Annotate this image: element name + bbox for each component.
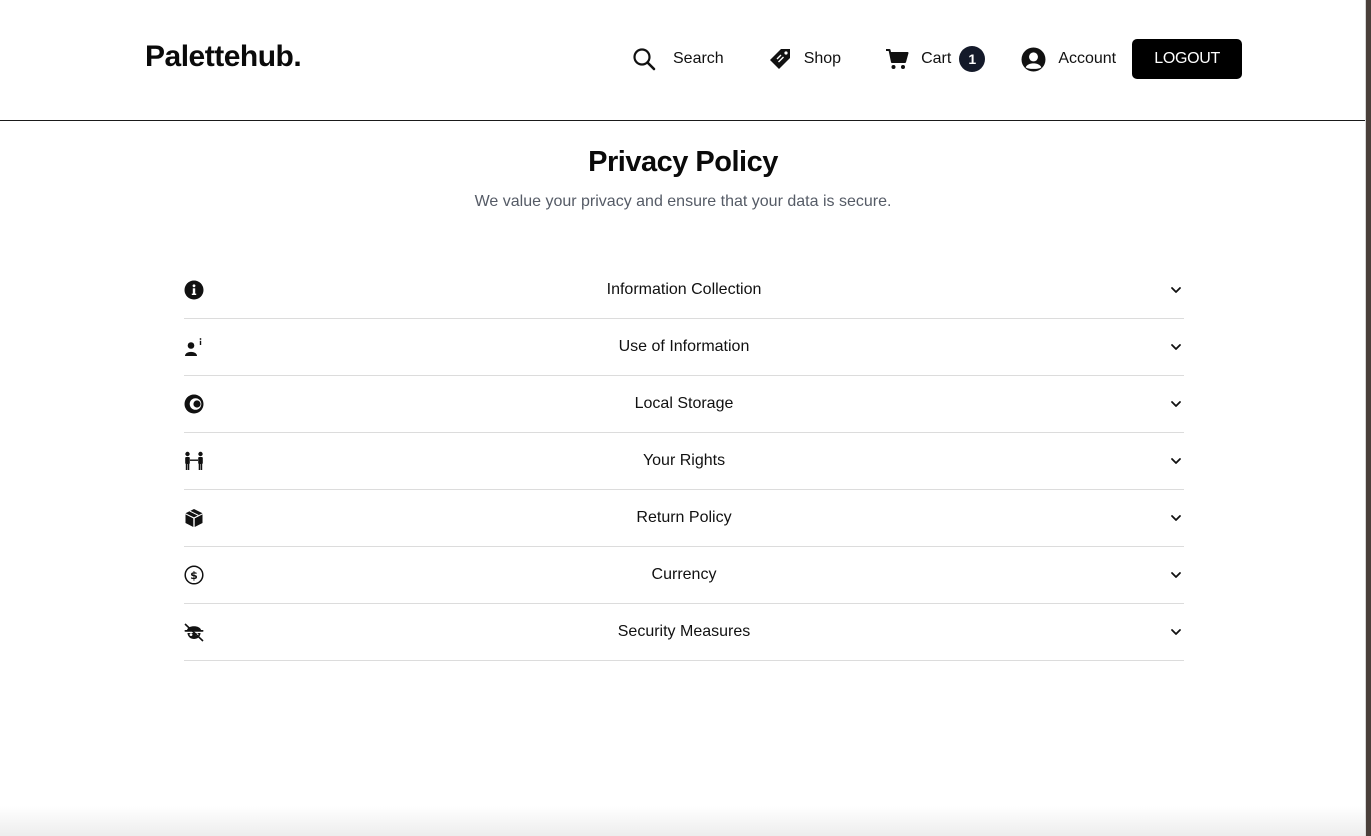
chevron-down-icon [1171, 572, 1181, 578]
accordion-item-use-of-information[interactable]: Use of Information [184, 319, 1184, 376]
dollar-circle-icon: $ [184, 565, 204, 585]
cookie-icon [184, 394, 204, 414]
svg-text:$: $ [190, 569, 198, 582]
policy-accordion: Information Collection Use of Informatio… [184, 262, 1184, 661]
chevron-down-icon [1171, 515, 1181, 521]
site-logo[interactable]: Palettehub. [145, 40, 302, 74]
cart-icon [886, 49, 909, 69]
user-secret-icon [184, 623, 204, 642]
accordion-item-local-storage[interactable]: Local Storage [184, 376, 1184, 433]
site-header: Palettehub. Search Shop Cart 1 Account L… [0, 0, 1365, 121]
nav-search-label: Search [673, 50, 724, 67]
chevron-down-icon [1171, 629, 1181, 635]
nav-account[interactable]: Account [1021, 47, 1116, 72]
page-subtitle: We value your privacy and ensure that yo… [474, 193, 892, 210]
accordion-item-return-policy[interactable]: Return Policy [184, 490, 1184, 547]
accordion-label: Currency [651, 566, 717, 583]
logout-button[interactable]: LOGOUT [1132, 39, 1243, 79]
user-info-icon [185, 338, 202, 356]
accordion-item-currency[interactable]: $ Currency [184, 547, 1184, 604]
cart-count-badge: 1 [959, 46, 986, 72]
nav-cart[interactable]: Cart 1 [885, 46, 986, 72]
chevron-down-icon [1171, 458, 1181, 464]
accordion-item-information-collection[interactable]: Information Collection [184, 262, 1184, 319]
box-icon [185, 509, 203, 527]
accordion-label: Local Storage [634, 395, 734, 412]
accordion-label: Information Collection [606, 281, 762, 298]
nav-search[interactable]: Search [632, 47, 724, 71]
user-circle-icon [1021, 47, 1046, 71]
nav-account-label: Account [1058, 50, 1117, 67]
accordion-label: Use of Information [618, 338, 750, 355]
bottom-shadow [0, 806, 1366, 836]
chevron-down-icon [1171, 401, 1181, 407]
accordion-item-security-measures[interactable]: Security Measures [184, 604, 1184, 661]
people-icon [185, 451, 203, 470]
chevron-down-icon [1171, 287, 1181, 293]
nav-cart-label: Cart [921, 50, 952, 67]
page-title: Privacy Policy [588, 146, 778, 178]
window-edge [1366, 0, 1371, 836]
search-icon [633, 48, 656, 71]
main-nav: Search Shop Cart 1 Account LOGOUT [632, 39, 1243, 79]
info-circle-icon [184, 280, 204, 300]
accordion-label: Security Measures [617, 623, 751, 640]
accordion-item-your-rights[interactable]: Your Rights [184, 433, 1184, 490]
nav-shop-label: Shop [803, 50, 842, 67]
chevron-down-icon [1171, 344, 1181, 350]
page: Palettehub. Search Shop Cart 1 Account L… [0, 0, 1366, 836]
price-tag-icon [769, 49, 790, 69]
accordion-label: Return Policy [636, 509, 732, 526]
nav-shop[interactable]: Shop [768, 47, 841, 71]
accordion-label: Your Rights [642, 452, 726, 469]
